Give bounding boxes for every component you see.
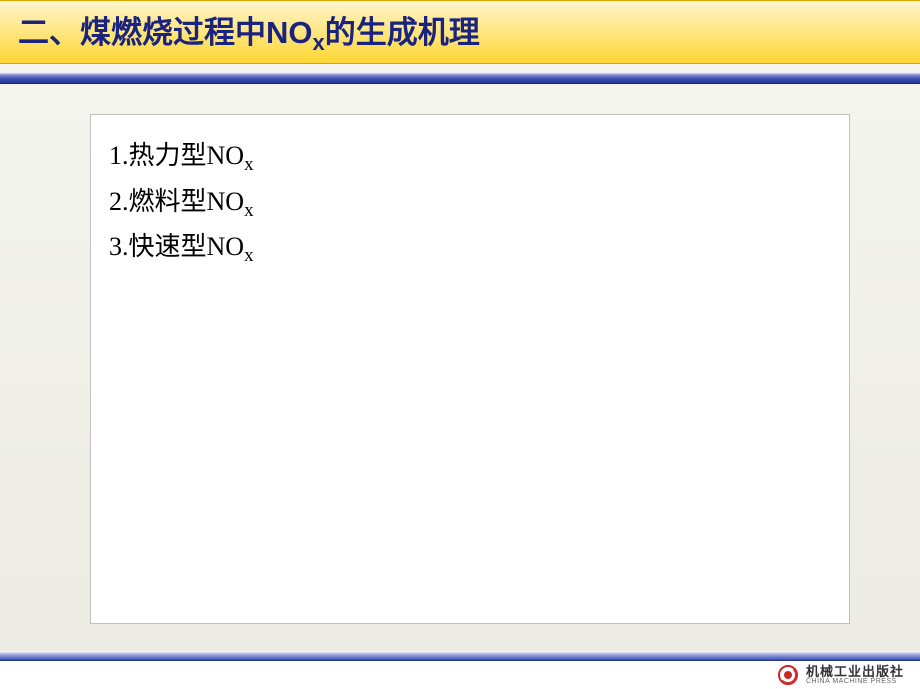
- publisher-name-en: CHINA MACHINE PRESS: [806, 678, 904, 685]
- item-sub: x: [244, 154, 254, 175]
- content-box: 1.热力型NOx 2.燃料型NOx 3.快速型NOx: [90, 114, 850, 624]
- header-bar: 二、煤燃烧过程中NOx的生成机理: [0, 0, 920, 64]
- footer-divider: [0, 651, 920, 661]
- title-suffix: 的生成机理: [325, 15, 480, 50]
- title-prefix: 二、煤燃烧过程中NO: [18, 15, 313, 50]
- list-item: 3.快速型NOx: [109, 226, 831, 272]
- item-label: 热力型NO: [129, 141, 245, 170]
- publisher-logo-icon: [778, 665, 798, 685]
- header-divider: [0, 72, 920, 84]
- footer: 机械工业出版社 CHINA MACHINE PRESS: [0, 651, 920, 689]
- title-sub: x: [313, 31, 325, 56]
- page-title: 二、煤燃烧过程中NOx的生成机理: [18, 7, 480, 56]
- publisher-text: 机械工业出版社 CHINA MACHINE PRESS: [806, 665, 904, 685]
- item-num: 2.: [109, 187, 129, 216]
- item-sub: x: [244, 245, 254, 266]
- list-item: 1.热力型NOx: [109, 135, 831, 181]
- item-label: 快速型NO: [129, 232, 245, 261]
- footer-content: 机械工业出版社 CHINA MACHINE PRESS: [0, 661, 920, 689]
- item-num: 3.: [109, 232, 129, 261]
- list-item: 2.燃料型NOx: [109, 181, 831, 227]
- publisher-name-cn: 机械工业出版社: [806, 665, 904, 678]
- item-label: 燃料型NO: [129, 187, 245, 216]
- item-sub: x: [244, 200, 254, 221]
- item-num: 1.: [109, 141, 129, 170]
